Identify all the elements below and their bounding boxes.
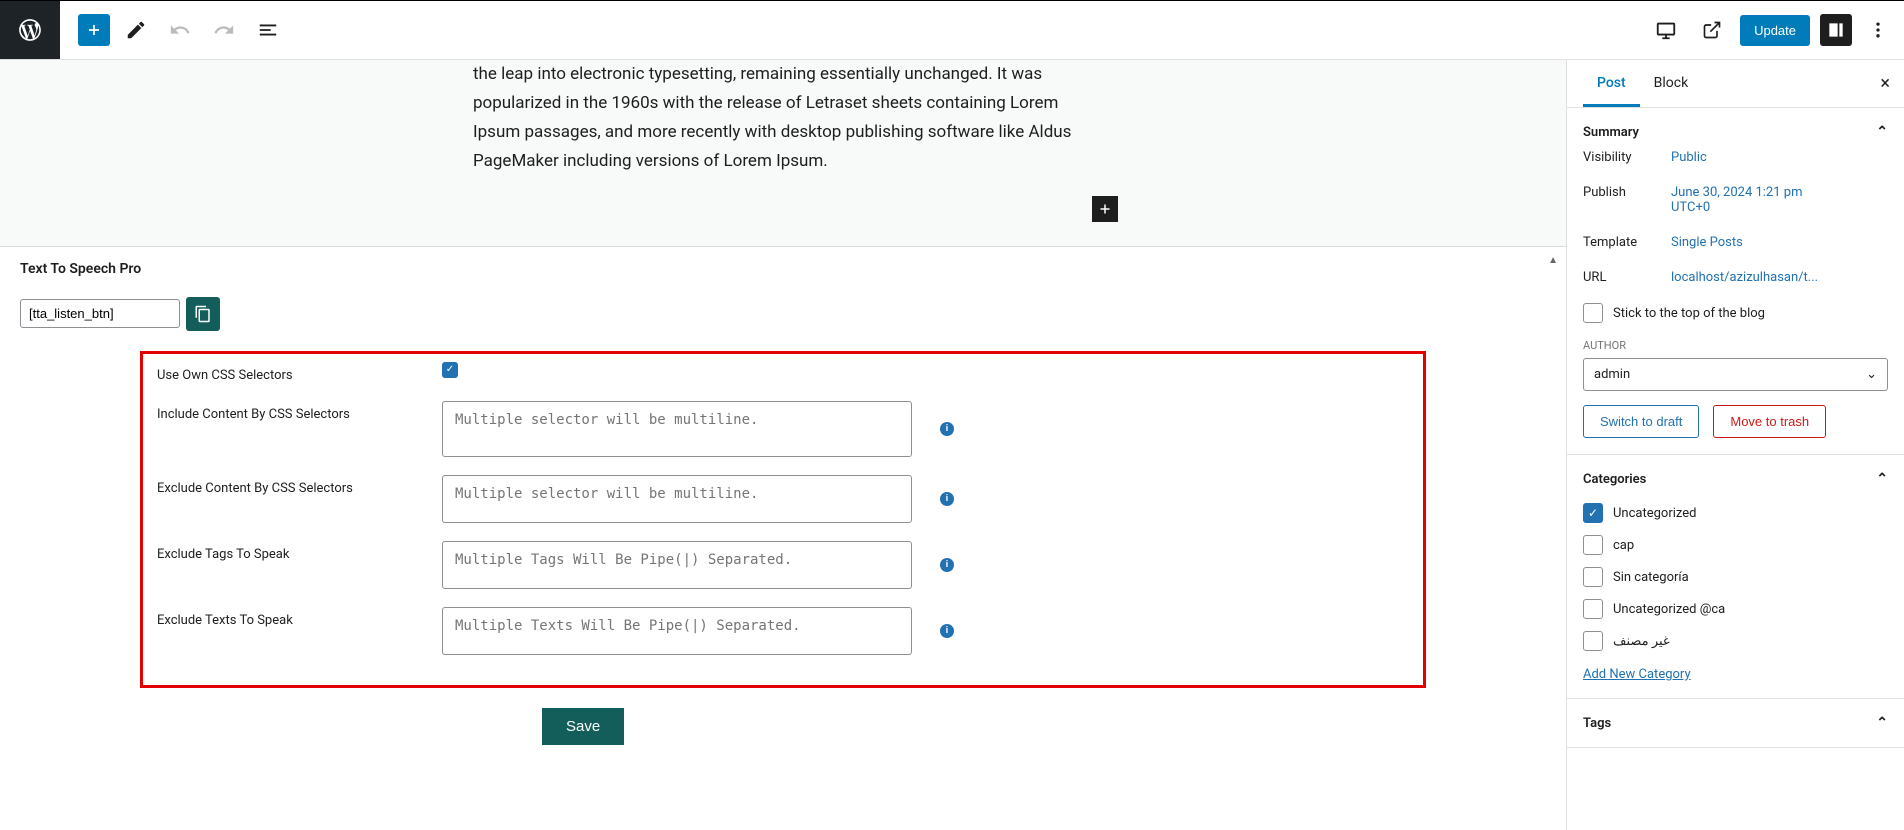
exclude-css-textarea[interactable] [442, 475, 912, 523]
info-icon[interactable]: i [940, 624, 954, 638]
use-own-css-label: Use Own CSS Selectors [157, 362, 442, 383]
settings-sidebar: Post Block × Summary⌃ VisibilityPublic P… [1566, 60, 1904, 830]
category-checkbox[interactable] [1583, 567, 1603, 587]
category-checkbox[interactable] [1583, 631, 1603, 651]
move-to-trash-button[interactable]: Move to trash [1713, 405, 1826, 438]
more-options-icon[interactable] [1862, 14, 1894, 46]
category-checkbox[interactable] [1583, 599, 1603, 619]
category-checkbox[interactable] [1583, 535, 1603, 555]
info-icon[interactable]: i [940, 422, 954, 436]
exclude-texts-label: Exclude Texts To Speak [157, 607, 442, 628]
redo-icon [206, 12, 242, 48]
template-label: Template [1583, 235, 1671, 250]
visibility-value[interactable]: Public [1671, 150, 1707, 165]
categories-panel: Categories⌃ Uncategorized cap Sin catego… [1567, 455, 1904, 699]
exclude-css-label: Exclude Content By CSS Selectors [157, 475, 442, 496]
metabox-collapse-icon[interactable]: ▲ [1548, 255, 1558, 266]
tags-panel: Tags⌃ [1567, 699, 1904, 748]
switch-to-draft-button[interactable]: Switch to draft [1583, 405, 1699, 438]
summary-panel: Summary⌃ VisibilityPublic PublishJune 30… [1567, 108, 1904, 455]
author-label: AUTHOR [1583, 339, 1888, 352]
url-label: URL [1583, 270, 1671, 285]
category-label: غير مصنف [1613, 634, 1670, 649]
undo-icon [162, 12, 198, 48]
metabox-title: Text To Speech Pro [20, 261, 1546, 277]
document-overview-icon[interactable] [250, 12, 286, 48]
highlighted-settings-box: Use Own CSS Selectors Include Content By… [140, 351, 1426, 688]
tab-post[interactable]: Post [1583, 62, 1640, 107]
chevron-down-icon: ⌄ [1866, 367, 1877, 382]
publish-value[interactable]: June 30, 2024 1:21 pmUTC+0 [1671, 185, 1802, 215]
chevron-up-icon: ⌃ [1876, 471, 1888, 487]
url-value[interactable]: localhost/azizulhasan/t... [1671, 270, 1821, 285]
toolbar-left [60, 12, 286, 48]
stick-checkbox[interactable] [1583, 303, 1603, 323]
categories-panel-toggle[interactable]: Categories⌃ [1583, 471, 1888, 487]
visibility-label: Visibility [1583, 150, 1671, 165]
publish-label: Publish [1583, 185, 1671, 200]
category-label: Uncategorized [1613, 506, 1696, 521]
template-value[interactable]: Single Posts [1671, 235, 1743, 250]
include-css-label: Include Content By CSS Selectors [157, 401, 442, 422]
stick-label: Stick to the top of the blog [1613, 306, 1765, 321]
exclude-texts-textarea[interactable] [442, 607, 912, 655]
chevron-up-icon: ⌃ [1876, 124, 1888, 140]
info-icon[interactable]: i [940, 558, 954, 572]
close-sidebar-icon[interactable]: × [1880, 73, 1890, 94]
exclude-tags-textarea[interactable] [442, 541, 912, 589]
tab-block[interactable]: Block [1640, 62, 1703, 107]
chevron-up-icon: ⌃ [1876, 715, 1888, 731]
add-block-inline-button[interactable] [1092, 196, 1118, 222]
save-button[interactable]: Save [542, 708, 624, 745]
category-label: Uncategorized @ca [1613, 602, 1725, 617]
include-css-textarea[interactable] [442, 401, 912, 457]
top-toolbar: Update [0, 0, 1904, 60]
content-paragraph[interactable]: the leap into electronic typesetting, re… [443, 60, 1123, 176]
wordpress-logo[interactable] [0, 1, 60, 59]
summary-panel-toggle[interactable]: Summary⌃ [1583, 124, 1888, 140]
tags-panel-toggle[interactable]: Tags⌃ [1583, 715, 1888, 731]
add-block-button[interactable] [78, 14, 110, 46]
editor-canvas: the leap into electronic typesetting, re… [0, 60, 1566, 830]
category-label: cap [1613, 538, 1634, 553]
tts-metabox: ▲ Text To Speech Pro Use Own CSS Selecto… [0, 246, 1566, 775]
add-new-category-link[interactable]: Add New Category [1583, 667, 1691, 682]
copy-shortcode-button[interactable] [186, 297, 220, 331]
shortcode-input[interactable] [20, 299, 180, 328]
author-select[interactable]: admin ⌄ [1583, 358, 1888, 391]
category-checkbox[interactable] [1583, 503, 1603, 523]
info-icon[interactable]: i [940, 492, 954, 506]
use-own-css-checkbox[interactable] [442, 362, 458, 378]
settings-panel-toggle[interactable] [1820, 14, 1852, 46]
edit-mode-icon[interactable] [118, 12, 154, 48]
view-icon[interactable] [1648, 12, 1684, 48]
sidebar-tabs: Post Block × [1567, 60, 1904, 108]
exclude-tags-label: Exclude Tags To Speak [157, 541, 442, 562]
category-label: Sin categoría [1613, 570, 1689, 585]
toolbar-right: Update [1648, 12, 1894, 48]
update-button[interactable]: Update [1740, 15, 1810, 46]
preview-icon[interactable] [1694, 12, 1730, 48]
